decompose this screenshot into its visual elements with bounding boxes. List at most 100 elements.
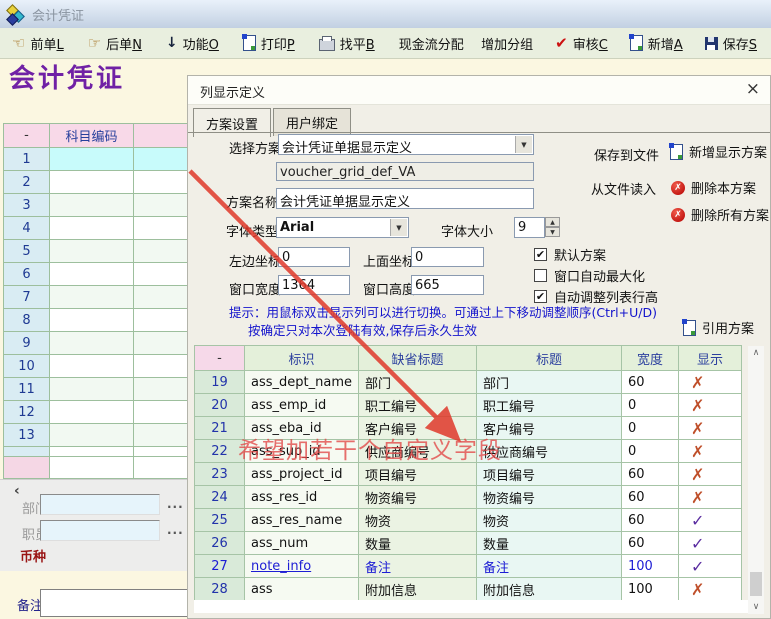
row-number[interactable]: 13 [4, 424, 50, 447]
display-mark-icon[interactable]: ✓ [691, 534, 704, 553]
cell-width[interactable]: 0 [622, 394, 679, 417]
spin-down-icon[interactable]: ▼ [545, 227, 560, 237]
grid-cell[interactable] [134, 355, 188, 378]
font-size-stepper[interactable]: ▲ ▼ [545, 217, 560, 238]
cell-default-title[interactable]: 供应商编号 [359, 440, 477, 463]
grid-cell[interactable] [50, 286, 134, 309]
chevron-down-icon[interactable]: ▼ [515, 136, 532, 153]
grid-cell[interactable] [134, 332, 188, 355]
table-row[interactable]: 19ass_dept_name部门部门60✗ [195, 371, 742, 394]
font-size-input[interactable]: 9 [514, 217, 545, 238]
cell-display[interactable]: ✗ [679, 486, 742, 509]
grid-cell[interactable] [50, 309, 134, 332]
employee-browse-button[interactable]: ... [167, 523, 184, 537]
grid-corner-header[interactable]: - [4, 124, 50, 148]
table-scrollbar[interactable]: ∧ ∨ [748, 346, 764, 614]
scroll-down-icon[interactable]: ∨ [748, 600, 764, 614]
grid-cell[interactable] [134, 424, 188, 447]
grid-cell[interactable] [134, 171, 188, 194]
display-mark-icon[interactable]: ✗ [691, 580, 704, 599]
display-mark-icon[interactable]: ✗ [691, 465, 704, 484]
cell-default-title[interactable]: 物资 [359, 509, 477, 532]
read-from-file-button[interactable]: 从文件读入 [591, 179, 656, 198]
window-width-input[interactable]: 1364 [278, 275, 350, 295]
print-button[interactable]: 打印P [243, 34, 295, 53]
grid-cell[interactable] [50, 263, 134, 286]
cell-default-title[interactable]: 附加信息 [359, 578, 477, 601]
row-number[interactable]: 1 [4, 148, 50, 171]
add-scheme-button[interactable]: 新增显示方案 [670, 142, 767, 161]
grid-cell[interactable] [50, 378, 134, 401]
cell-width[interactable]: 100 [622, 555, 679, 578]
cell-id[interactable]: ass_num [245, 532, 359, 555]
cell-width[interactable]: 100 [622, 578, 679, 601]
spin-up-icon[interactable]: ▲ [545, 217, 560, 227]
row-number[interactable]: 3 [4, 194, 50, 217]
grid-cell[interactable] [134, 263, 188, 286]
grid-cell[interactable] [134, 194, 188, 217]
cell-id[interactable]: ass_eba_id [245, 417, 359, 440]
table-row[interactable]: 23ass_project_id项目编号项目编号60✗ [195, 463, 742, 486]
cell-display[interactable]: ✓ [679, 555, 742, 578]
row-number[interactable]: 12 [4, 401, 50, 424]
grid-cell[interactable] [50, 240, 134, 263]
collapse-icon[interactable]: ‹ [14, 483, 20, 499]
cell-display[interactable]: ✓ [679, 509, 742, 532]
window-height-input[interactable]: 665 [411, 275, 484, 295]
left-coord-input[interactable]: 0 [278, 247, 350, 267]
cell-width[interactable]: 60 [622, 509, 679, 532]
top-coord-input[interactable]: 0 [411, 247, 484, 267]
default-scheme-checkbox[interactable]: ✔ 默认方案 [534, 245, 606, 264]
table-row[interactable]: 26ass_num数量数量60✓ [195, 532, 742, 555]
cell-display[interactable]: ✗ [679, 394, 742, 417]
employee-input[interactable] [40, 520, 160, 541]
cell-default-title[interactable]: 备注 [359, 555, 477, 578]
delete-all-schemes-button[interactable]: ✗ 删除所有方案 [671, 205, 769, 224]
font-type-select[interactable]: Arial ▼ [276, 217, 409, 238]
grid-cell[interactable] [50, 217, 134, 240]
cell-title[interactable]: 物资 [477, 509, 622, 532]
save-to-file-button[interactable]: 保存到文件 [594, 145, 659, 164]
grid-cell[interactable] [50, 194, 134, 217]
grid-cell[interactable] [50, 355, 134, 378]
display-mark-icon[interactable]: ✗ [691, 442, 704, 461]
cell-title[interactable]: 职工编号 [477, 394, 622, 417]
cell-title[interactable]: 项目编号 [477, 463, 622, 486]
cell-default-title[interactable]: 客户编号 [359, 417, 477, 440]
cashflow-button[interactable]: 现金流分配 [399, 34, 464, 53]
row-number[interactable]: 11 [4, 378, 50, 401]
table-row[interactable]: 22ass_sup_id供应商编号供应商编号0✗ [195, 440, 742, 463]
cell-id[interactable]: ass_res_id [245, 486, 359, 509]
display-mark-icon[interactable]: ✗ [691, 488, 704, 507]
grid-cell[interactable] [134, 148, 188, 171]
cell-display[interactable]: ✗ [679, 578, 742, 601]
cell-default-title[interactable]: 数量 [359, 532, 477, 555]
grid-cell[interactable] [134, 401, 188, 424]
row-number[interactable]: 8 [4, 309, 50, 332]
checkbox-icon[interactable]: ✔ [534, 248, 547, 261]
display-mark-icon[interactable]: ✓ [691, 511, 704, 530]
cell-display[interactable]: ✓ [679, 532, 742, 555]
row-number[interactable]: 5 [4, 240, 50, 263]
checkbox-icon[interactable] [534, 269, 547, 282]
display-mark-icon[interactable]: ✗ [691, 396, 704, 415]
cell-title[interactable]: 数量 [477, 532, 622, 555]
cell-display[interactable]: ✗ [679, 371, 742, 394]
note-input[interactable] [40, 589, 190, 617]
close-icon[interactable]: × [746, 79, 760, 99]
scroll-up-icon[interactable]: ∧ [748, 346, 764, 360]
cell-id[interactable]: ass_sup_id [245, 440, 359, 463]
display-mark-icon[interactable]: ✗ [691, 373, 704, 392]
grid-cell[interactable] [134, 286, 188, 309]
grid-subject-header[interactable]: 科目编码 [50, 124, 134, 148]
cell-default-title[interactable]: 职工编号 [359, 394, 477, 417]
scheme-name-input[interactable]: 会计凭证单据显示定义 [276, 188, 534, 209]
row-number[interactable]: 10 [4, 355, 50, 378]
cell-id[interactable]: ass_dept_name [245, 371, 359, 394]
audit-button[interactable]: ✔ 审核C [555, 34, 608, 53]
save-button[interactable]: 保存S [705, 34, 757, 53]
row-number[interactable]: 7 [4, 286, 50, 309]
grid-cell[interactable] [134, 447, 188, 457]
cell-title[interactable]: 客户编号 [477, 417, 622, 440]
display-mark-icon[interactable]: ✗ [691, 419, 704, 438]
